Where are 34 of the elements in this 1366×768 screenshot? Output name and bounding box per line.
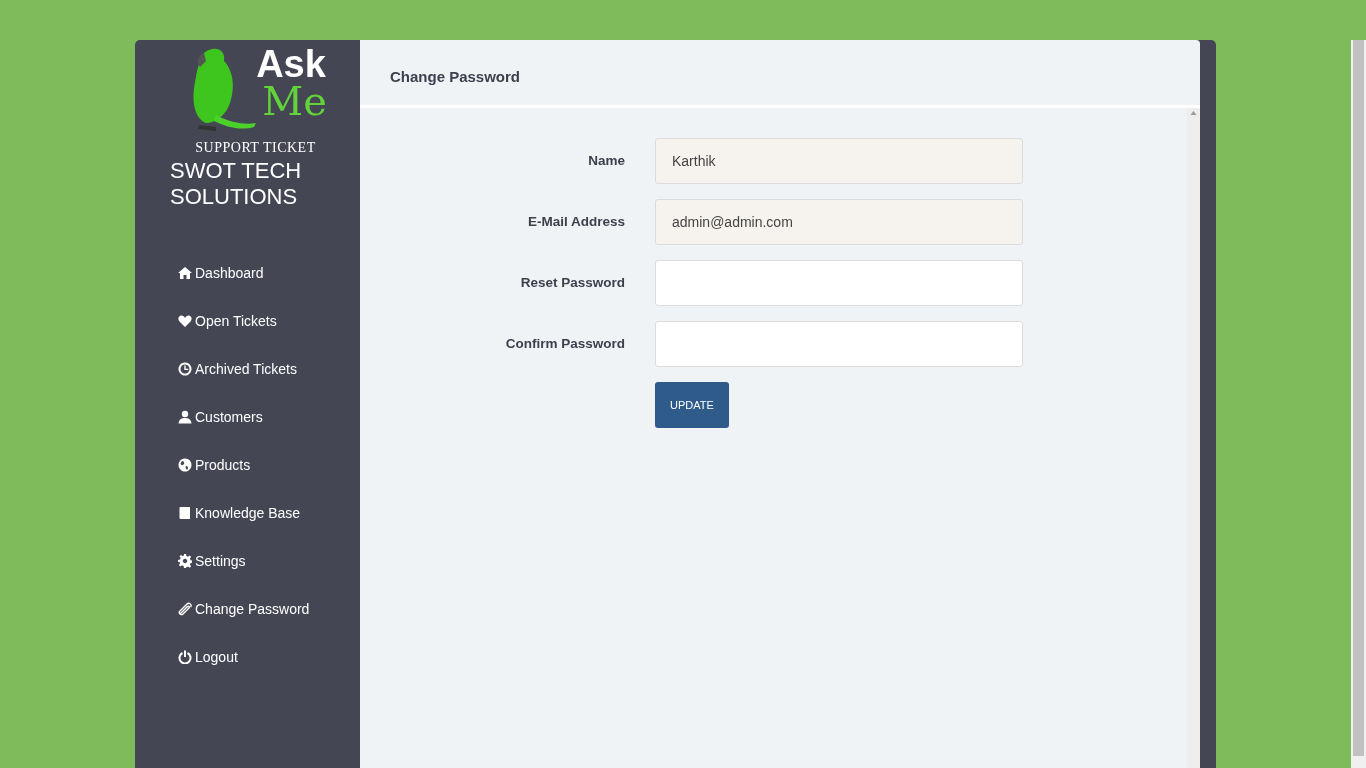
sidebar-item[interactable]: Open Tickets bbox=[178, 300, 360, 348]
input-field[interactable] bbox=[655, 321, 1023, 367]
heart-icon bbox=[178, 314, 192, 328]
field-label: Confirm Password bbox=[504, 334, 626, 353]
sidebar-item[interactable]: Dashboard bbox=[178, 252, 360, 300]
paperclip-icon bbox=[178, 602, 192, 616]
sidebar-item[interactable]: Settings bbox=[178, 540, 360, 588]
sidebar-item[interactable]: Change Password bbox=[178, 588, 360, 636]
field-label: Name bbox=[587, 151, 626, 170]
home-icon bbox=[178, 266, 192, 280]
clock-icon bbox=[178, 362, 192, 376]
sidebar-item[interactable]: Products bbox=[178, 444, 360, 492]
scrollbar[interactable] bbox=[1351, 40, 1366, 768]
sidebar-item[interactable]: Knowledge Base bbox=[178, 492, 360, 540]
sidebar-item[interactable]: Customers bbox=[178, 396, 360, 444]
page-title: Change Password bbox=[360, 40, 1200, 108]
input-field[interactable]: admin@admin.com bbox=[655, 199, 1023, 245]
logo-text: Me bbox=[262, 83, 327, 119]
power-icon bbox=[178, 650, 192, 664]
update-button[interactable]: UPDATE bbox=[655, 382, 729, 428]
tagline: SUPPORT TICKET bbox=[194, 139, 317, 157]
field-label: E-Mail Address bbox=[526, 212, 626, 231]
input-field[interactable] bbox=[655, 260, 1023, 306]
sidebar-item[interactable]: Archived Tickets bbox=[178, 348, 360, 396]
book-icon bbox=[178, 506, 192, 520]
scrollbar[interactable] bbox=[1187, 108, 1200, 768]
company-name: SWOT TECH SOLUTIONS bbox=[170, 158, 303, 210]
user-icon bbox=[178, 410, 192, 424]
field-label: Reset Password bbox=[519, 273, 626, 292]
gear-icon bbox=[178, 554, 192, 568]
sidebar-item[interactable]: Logout bbox=[178, 636, 360, 684]
input-field[interactable]: Karthik bbox=[655, 138, 1023, 184]
logo-text: Ask bbox=[256, 45, 327, 83]
globe-icon bbox=[178, 458, 192, 472]
